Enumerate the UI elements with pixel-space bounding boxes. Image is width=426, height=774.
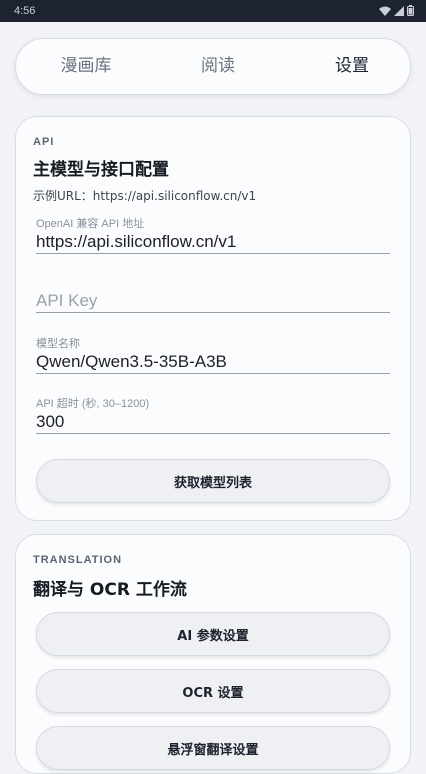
status-icons — [379, 5, 414, 16]
api-timeout-input[interactable] — [36, 410, 390, 434]
api-section-title: 主模型与接口配置 — [33, 160, 169, 180]
status-time: 4:56 — [14, 5, 36, 17]
api-section-overline: API — [33, 136, 55, 148]
example-url-text: 示例URL：https://api.siliconflow.cn/v1 — [33, 189, 257, 203]
tab-reading[interactable]: 阅读 — [178, 39, 258, 94]
translation-settings-card: TRANSLATION 翻译与 OCR 工作流 AI 参数设置 OCR 设置 悬… — [15, 534, 411, 774]
battery-icon — [407, 5, 414, 16]
signal-icon — [394, 5, 404, 16]
api-key-field — [36, 289, 390, 319]
api-timeout-label: API 超时 (秒, 30–1200) — [36, 398, 150, 410]
api-timeout-field: API 超时 (秒, 30–1200) — [36, 395, 390, 439]
model-name-input[interactable] — [36, 350, 390, 374]
api-settings-card: API 主模型与接口配置 示例URL：https://api.siliconfl… — [15, 116, 411, 521]
status-bar: 4:56 — [0, 0, 426, 22]
translation-section-title: 翻译与 OCR 工作流 — [33, 580, 187, 600]
tab-library[interactable]: 漫画库 — [46, 39, 126, 94]
ocr-settings-button[interactable]: OCR 设置 — [36, 669, 390, 713]
translation-section-overline: TRANSLATION — [33, 554, 123, 566]
fetch-models-button[interactable]: 获取模型列表 — [36, 459, 390, 503]
top-tab-bar: 漫画库 阅读 设置 — [15, 38, 411, 95]
tab-settings[interactable]: 设置 — [312, 39, 392, 94]
base-url-input[interactable] — [36, 230, 390, 254]
model-name-field: 模型名称 — [36, 335, 390, 379]
wifi-icon — [379, 6, 391, 16]
base-url-field: OpenAI 兼容 API 地址 — [36, 215, 390, 259]
floating-translate-settings-button[interactable]: 悬浮窗翻译设置 — [36, 726, 390, 770]
ai-params-button[interactable]: AI 参数设置 — [36, 612, 390, 656]
api-key-input[interactable] — [36, 289, 390, 313]
model-name-label: 模型名称 — [36, 338, 80, 350]
base-url-label: OpenAI 兼容 API 地址 — [36, 218, 145, 230]
